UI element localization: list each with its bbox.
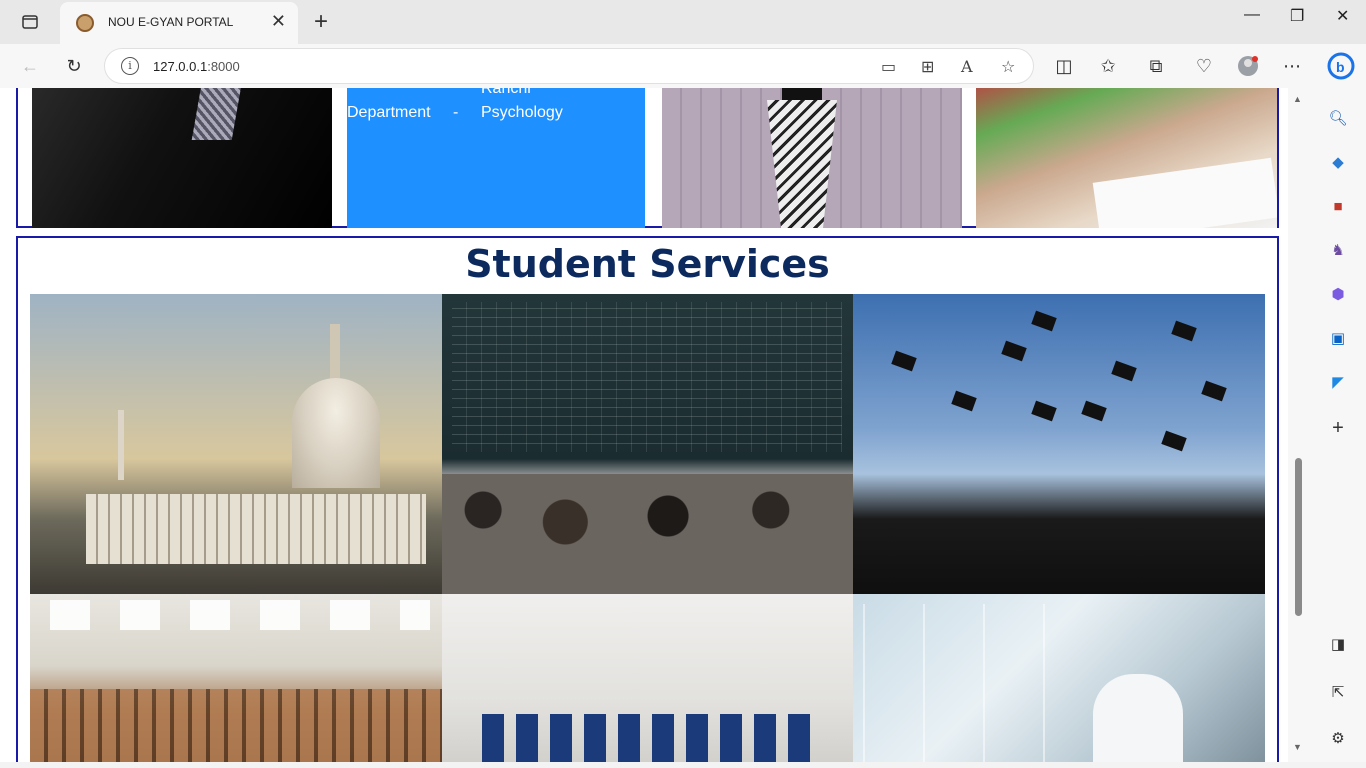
browser-tab-bar: NOU E-GYAN PORTAL ✕ + — ❐ ✕: [0, 0, 1366, 44]
microsoft365-icon[interactable]: ⬢: [1328, 284, 1348, 304]
games-chess-icon[interactable]: ♞: [1328, 240, 1348, 260]
url-host: 127.0.0.1: [153, 59, 208, 74]
sidebar-settings-gear-icon[interactable]: ⚙: [1328, 728, 1348, 748]
faculty-location: Ranchi: [481, 88, 531, 97]
scroll-down-icon[interactable]: ▼: [1293, 742, 1302, 752]
tab-actions-icon[interactable]: [18, 12, 42, 32]
faculty-dept-value: Psychology: [481, 104, 563, 121]
minimize-icon[interactable]: —: [1244, 6, 1260, 24]
new-tab-button[interactable]: +: [314, 8, 328, 36]
page-scrollbar[interactable]: ▲ ▼: [1288, 88, 1310, 762]
faculty-info-card: Ranchi Department - Psychology: [347, 88, 645, 228]
window-close-icon[interactable]: ✕: [1336, 6, 1349, 26]
lecture-hall-chalkboard-photo: [442, 294, 853, 594]
open-external-icon[interactable]: ⇱: [1328, 682, 1348, 702]
faculty-photo-2: [662, 88, 962, 228]
url-text[interactable]: 127.0.0.1:8000: [153, 59, 240, 74]
scrollbar-thumb[interactable]: [1295, 458, 1302, 616]
shopping-tag-icon[interactable]: ◆: [1328, 152, 1348, 172]
back-icon[interactable]: ←: [18, 54, 42, 78]
extensions-grid-icon[interactable]: ⊞: [921, 57, 934, 77]
browser-tab-active[interactable]: NOU E-GYAN PORTAL ✕: [60, 2, 298, 44]
browser-essentials-icon[interactable]: ♡: [1192, 54, 1216, 78]
svg-text:b: b: [1336, 59, 1345, 75]
browser-toolbar: ← ↻ i 127.0.0.1:8000 ▭ ⊞ A ☆ ◫ ✩ ⧉ ♡ ⋯ b: [0, 44, 1366, 88]
split-screen-icon[interactable]: ◫: [1052, 54, 1076, 78]
add-sidebar-app-icon[interactable]: +: [1328, 417, 1348, 439]
edge-sidebar: 🔍︎ ◆ ■ ♞ ⬢ ▣ ◤ + ◨ ⇱ ⚙: [1310, 88, 1366, 768]
faculty-dept-separator: -: [453, 104, 459, 121]
scroll-up-icon[interactable]: ▲: [1293, 94, 1302, 104]
restore-icon[interactable]: ❐: [1290, 6, 1304, 26]
empty-auditorium-photo: [30, 594, 442, 762]
drop-send-icon[interactable]: ◤: [1328, 372, 1348, 392]
science-laboratory-photo: [853, 594, 1265, 762]
tab-title: NOU E-GYAN PORTAL: [108, 15, 234, 29]
copilot-icon[interactable]: b: [1326, 51, 1356, 81]
student-services-section: Student Services: [16, 236, 1279, 762]
app-available-icon[interactable]: ▭: [881, 57, 896, 77]
profile-avatar[interactable]: [1236, 54, 1260, 78]
search-icon[interactable]: 🔍︎: [1328, 108, 1348, 128]
faculty-photo-1: [32, 88, 332, 228]
outlook-icon[interactable]: ▣: [1328, 328, 1348, 348]
settings-more-icon[interactable]: ⋯: [1280, 54, 1304, 78]
student-services-title: Student Services: [465, 242, 830, 286]
sidebar-toggle-icon[interactable]: ◨: [1328, 634, 1348, 654]
tab-close-icon[interactable]: ✕: [271, 11, 286, 32]
address-bar[interactable]: i 127.0.0.1:8000 ▭ ⊞ A ☆: [104, 48, 1034, 84]
favorite-star-icon[interactable]: ☆: [1001, 57, 1015, 77]
read-aloud-icon[interactable]: A: [961, 57, 973, 76]
site-favicon-icon: [76, 14, 94, 32]
faculty-section: Ranchi Department - Psychology: [16, 88, 1279, 228]
faculty-dept-label: Department: [347, 104, 431, 121]
capitol-building-photo: [30, 294, 442, 594]
site-info-icon[interactable]: i: [121, 57, 139, 75]
graduation-caps-photo: [853, 294, 1265, 594]
window-bottom-edge: [0, 762, 1366, 768]
page-viewport: Ranchi Department - Psychology Student S…: [0, 88, 1288, 762]
reload-icon[interactable]: ↻: [62, 54, 86, 78]
collections-icon[interactable]: ⧉: [1144, 54, 1168, 78]
faculty-photo-3: [976, 88, 1277, 228]
url-port: :8000: [207, 59, 240, 74]
favorites-icon[interactable]: ✩: [1096, 54, 1120, 78]
tools-briefcase-icon[interactable]: ■: [1328, 196, 1348, 216]
computer-lab-photo: [442, 594, 853, 762]
